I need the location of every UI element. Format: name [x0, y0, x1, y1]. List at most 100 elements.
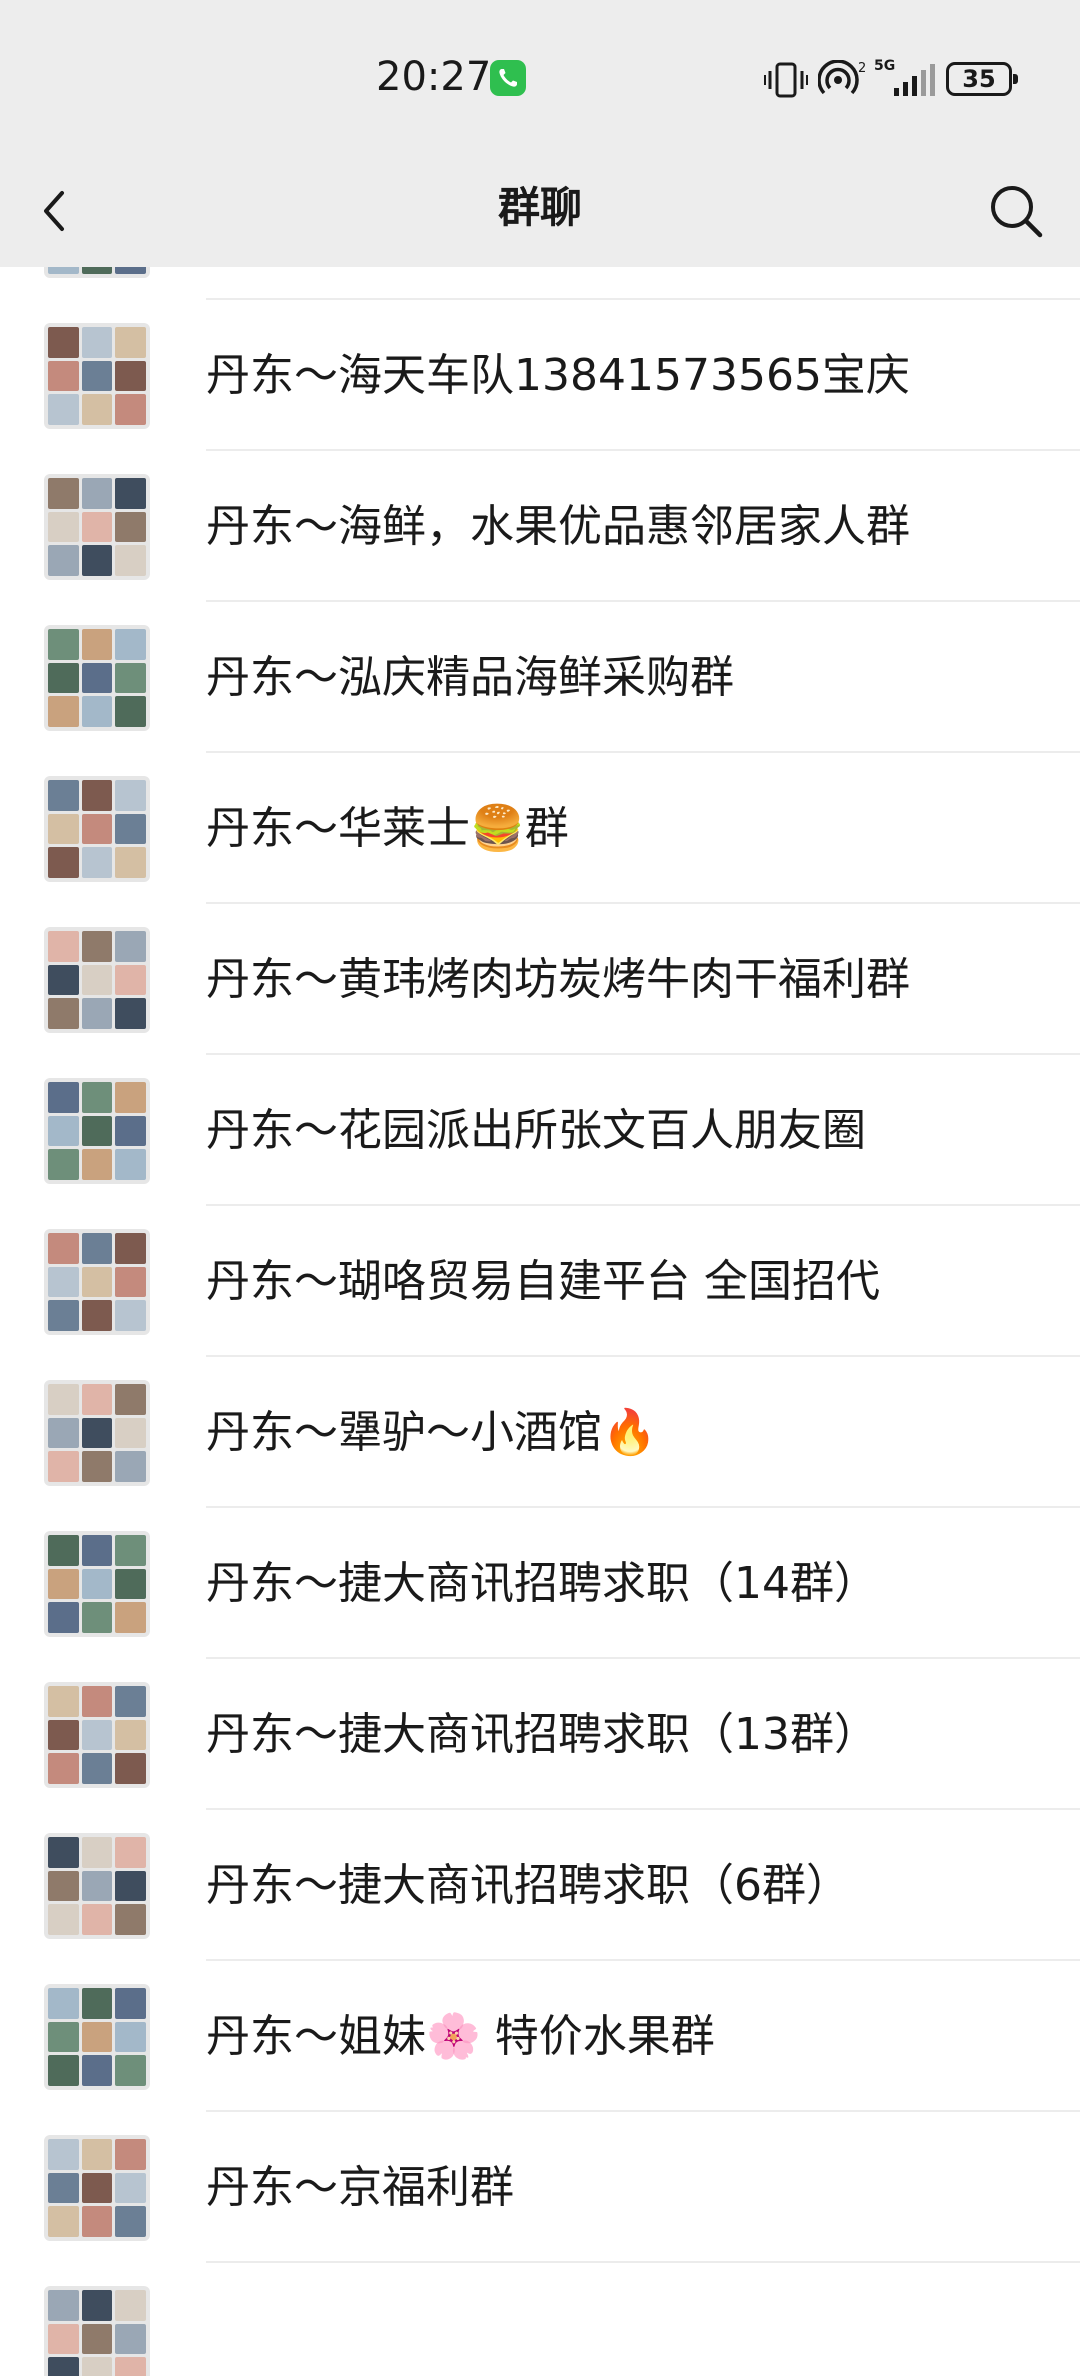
group-list-item[interactable]: 丹东～花园派出所张文百人朋友圈 [0, 1055, 1080, 1206]
group-list-item[interactable]: 丹东～姐妹🌸 特价水果群 [0, 1961, 1080, 2112]
group-avatar [44, 1531, 150, 1637]
group-name: 丹东～华莱士🍔群 [206, 803, 569, 854]
member-avatar-tile [48, 696, 79, 727]
member-avatar-tile [115, 1837, 146, 1868]
member-avatar-tile [115, 1719, 146, 1751]
member-avatar-tile [81, 998, 113, 1029]
member-avatar-tile [81, 1535, 113, 1566]
group-list-item[interactable]: 丹东～华莱士🍔群 [0, 753, 1080, 904]
battery-level: 35 [962, 65, 996, 93]
member-avatar-tile [115, 1988, 146, 2019]
member-avatar-tile [48, 2206, 79, 2237]
member-avatar-tile [48, 1535, 79, 1566]
group-name: 丹东～犟驴～小酒馆🔥 [206, 1407, 657, 1458]
group-list-item[interactable] [0, 2263, 1080, 2376]
member-avatar-tile [115, 662, 146, 694]
member-avatar-tile [81, 1233, 113, 1264]
member-avatar-tile [115, 847, 146, 878]
member-avatar-tile [81, 267, 113, 274]
member-avatar-tile [115, 2172, 146, 2204]
group-avatar [44, 1682, 150, 1788]
group-name: 丹东～海天车队13841573565宝庆 [206, 350, 910, 401]
group-name: 丹东～京福利群 [206, 2162, 514, 2213]
member-avatar-tile [115, 2206, 146, 2237]
member-avatar-tile [48, 2290, 79, 2321]
member-avatar-tile [81, 1266, 113, 1298]
group-name: 丹东～海鲜，水果优品惠邻居家人群 [206, 501, 910, 552]
member-avatar-tile [48, 1988, 79, 2019]
vibrate-icon [764, 62, 808, 98]
member-avatar-tile [48, 1115, 79, 1147]
member-avatar-tile [81, 2021, 113, 2053]
member-avatar-tile [48, 2323, 79, 2355]
member-avatar-tile [48, 1300, 79, 1331]
group-avatar [44, 2286, 150, 2376]
group-list-item[interactable]: 丹东～黄玮烤肉坊炭烤牛肉干福利群 [0, 904, 1080, 1055]
group-list-item[interactable]: 丹东～海澜之家官方奥莱群9—6 [0, 267, 1080, 300]
member-avatar-tile [48, 327, 79, 358]
member-avatar-tile [115, 1904, 146, 1935]
group-list-item[interactable]: 丹东～瑚咯贸易自建平台 全国招代 [0, 1206, 1080, 1357]
group-list-item[interactable]: 丹东～泓庆精品海鲜采购群 [0, 602, 1080, 753]
member-avatar-tile [81, 2139, 113, 2170]
member-avatar-tile [81, 696, 113, 727]
search-button[interactable] [984, 179, 1048, 243]
group-list-item[interactable]: 丹东～犟驴～小酒馆🔥 [0, 1357, 1080, 1508]
member-avatar-tile [115, 813, 146, 845]
member-avatar-tile [115, 1451, 146, 1482]
member-avatar-tile [81, 629, 113, 660]
member-avatar-tile [115, 2290, 146, 2321]
status-icons: 2 5G 35 [764, 58, 1024, 102]
member-avatar-tile [115, 1535, 146, 1566]
group-name: 丹东～黄玮烤肉坊炭烤牛肉干福利群 [206, 954, 910, 1005]
member-avatar-tile [81, 1904, 113, 1935]
group-name: 丹东～捷大商讯招聘求职（14群） [206, 1558, 878, 1609]
member-avatar-tile [81, 394, 113, 425]
member-avatar-tile [115, 2139, 146, 2170]
group-avatar [44, 1078, 150, 1184]
member-avatar-tile [48, 2172, 79, 2204]
member-avatar-tile [81, 478, 113, 509]
group-name: 丹东～瑚咯贸易自建平台 全国招代 [206, 1256, 880, 1307]
group-list-item[interactable]: 丹东～捷大商讯招聘求职（6群） [0, 1810, 1080, 1961]
group-avatar [44, 267, 150, 278]
group-avatar [44, 1833, 150, 1939]
member-avatar-tile [115, 2055, 146, 2086]
member-avatar-tile [48, 545, 79, 576]
group-list-item[interactable]: 丹东～海鲜，水果优品惠邻居家人群 [0, 451, 1080, 602]
member-avatar-tile [48, 1082, 79, 1113]
group-list-item[interactable]: 丹东～捷大商讯招聘求职（14群） [0, 1508, 1080, 1659]
group-list[interactable]: 丹东～海澜之家官方奥莱群9—6 丹东～海天车队13841573565宝庆丹东～海鲜… [0, 267, 1080, 2376]
member-avatar-tile [48, 629, 79, 660]
member-avatar-tile [48, 1719, 79, 1751]
member-avatar-tile [115, 1417, 146, 1449]
group-avatar [44, 927, 150, 1033]
member-avatar-tile [48, 1266, 79, 1298]
member-avatar-tile [81, 1602, 113, 1633]
group-avatar [44, 625, 150, 731]
member-avatar-tile [81, 2055, 113, 2086]
member-avatar-tile [48, 662, 79, 694]
member-avatar-tile [115, 1149, 146, 1180]
group-name: 丹东～花园派出所张文百人朋友圈 [206, 1105, 866, 1156]
member-avatar-tile [48, 267, 79, 274]
member-avatar-tile [48, 847, 79, 878]
member-avatar-tile [48, 2021, 79, 2053]
member-avatar-tile [81, 1149, 113, 1180]
group-name: 丹东～姐妹🌸 特价水果群 [206, 2011, 715, 2062]
group-name: 丹东～捷大商讯招聘求职（13群） [206, 1709, 878, 1760]
group-list-item[interactable]: 丹东～京福利群 [0, 2112, 1080, 2263]
member-avatar-tile [115, 629, 146, 660]
member-avatar-tile [81, 1300, 113, 1331]
group-chat-list-screen: 20:27 2 5G 35 群聊 丹东～海天车队13841573565宝庆 丹东… [0, 0, 1080, 2376]
member-avatar-tile [115, 1753, 146, 1784]
call-icon[interactable] [490, 60, 526, 96]
member-avatar-tile [48, 1686, 79, 1717]
group-avatar [44, 474, 150, 580]
group-list-item[interactable]: 丹东～捷大商讯招聘求职（13群） [0, 1659, 1080, 1810]
member-avatar-tile [81, 545, 113, 576]
member-avatar-tile [48, 1417, 79, 1449]
member-avatar-tile [48, 1904, 79, 1935]
member-avatar-tile [81, 1568, 113, 1600]
group-list-item[interactable]: 丹东～海天车队13841573565宝庆 [0, 300, 1080, 451]
